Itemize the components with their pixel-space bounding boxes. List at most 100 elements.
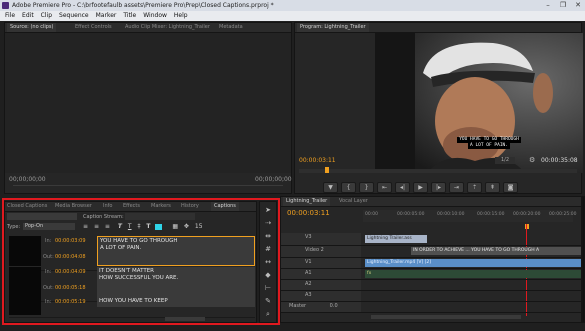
tools-panel: ➤ ⇢ ⇹ # ↔ ◆ ⊢ ✎ ⌕: [259, 201, 277, 323]
source-timecode-right: 00;00;00;00: [255, 176, 292, 183]
pen-tool-icon[interactable]: ✎: [263, 296, 273, 306]
menu-sequence[interactable]: Sequence: [59, 12, 89, 19]
program-caption-overlay: YOU HAVE TO GO THROUGH A LOT OF PAIN.: [443, 137, 535, 149]
step-forward-button[interactable]: |▸: [431, 182, 446, 193]
master-value[interactable]: 0.0: [330, 303, 338, 309]
source-timecode-left: 00;00;00;00: [9, 176, 46, 183]
maximize-button[interactable]: ❐: [556, 1, 570, 10]
lift-button[interactable]: ⇡: [467, 182, 482, 193]
track-name: A2: [305, 281, 312, 287]
program-scrubber[interactable]: [299, 169, 577, 173]
track-header[interactable]: A1: [281, 269, 361, 279]
track-header[interactable]: V1: [281, 258, 361, 268]
extract-button[interactable]: ⇞: [485, 182, 500, 193]
tab-audio-clip-mixer[interactable]: Audio Clip Mixer: Lightning_Trailer: [125, 23, 210, 32]
timeline-tabbar: Lightning_Trailer Vocal Layer: [281, 197, 581, 207]
track-a2: A2: [281, 280, 583, 291]
source-monitor-panel: Source: (no clips) Effect Controls Audio…: [4, 22, 292, 194]
razor-tool-icon[interactable]: ◆: [263, 270, 273, 280]
menu-clip[interactable]: Clip: [41, 12, 52, 19]
track-a1: A1 fx: [281, 269, 583, 280]
slip-tool-icon[interactable]: ⊢: [263, 283, 273, 293]
ruler-label: 00:00:20:00: [513, 212, 541, 217]
zoom-tool-icon[interactable]: ⌕: [263, 309, 273, 319]
clip-audio[interactable]: fx: [365, 270, 581, 278]
play-button[interactable]: ▶: [413, 182, 428, 193]
track-header[interactable]: V3: [281, 233, 361, 245]
clip-captions-track[interactable]: IN ORDER TO ACHIEVE ... YOU HAVE TO GO T…: [411, 247, 581, 255]
clip-video[interactable]: Lightning_Trailer.mp4 [V] [2]: [365, 259, 581, 267]
minimize-button[interactable]: –: [541, 1, 555, 10]
title-bar: Adobe Premiere Pro - C:\brfootefaulb ass…: [0, 0, 585, 11]
tab-sequence-vocal-layer[interactable]: Vocal Layer: [339, 197, 368, 206]
tab-source[interactable]: Source: (no clips): [7, 23, 57, 32]
track-header[interactable]: A2: [281, 280, 361, 290]
mark-out-button[interactable]: }: [359, 182, 374, 193]
tab-metadata[interactable]: Metadata: [219, 23, 243, 32]
menu-edit[interactable]: Edit: [22, 12, 34, 19]
menu-title[interactable]: Title: [123, 12, 136, 19]
track-name: V1: [305, 259, 312, 265]
track-header[interactable]: Master 0.0: [281, 302, 361, 312]
menu-window[interactable]: Window: [143, 12, 167, 19]
mark-in-button[interactable]: {: [341, 182, 356, 193]
track-name: Video 2: [305, 247, 324, 253]
clip-captions-file[interactable]: Lightning Trailer.ass: [365, 235, 427, 243]
timeline-panel: Lightning_Trailer Vocal Layer 00:00:03:1…: [280, 196, 583, 323]
export-frame-button[interactable]: ◙: [503, 182, 518, 193]
menu-file[interactable]: File: [5, 12, 15, 19]
go-to-in-button[interactable]: ⇤: [377, 182, 392, 193]
track-header[interactable]: A3: [281, 291, 361, 301]
go-to-out-button[interactable]: ⇥: [449, 182, 464, 193]
premiere-logo-icon: [2, 2, 9, 9]
source-tabbar: Source: (no clips) Effect Controls Audio…: [5, 23, 291, 33]
track-v1: V1 Lightning_Trailer.mp4 [V] [2]: [281, 258, 583, 269]
add-marker-button[interactable]: ▼: [323, 182, 338, 193]
zoom-select[interactable]: 1/2: [495, 157, 515, 164]
track-video-2: Video 2 IN ORDER TO ACHIEVE ... YOU HAVE…: [281, 246, 583, 258]
ruler-label: 00:00: [365, 212, 378, 217]
program-monitor-panel: Program: Lightning_Trailer YOU HAVE TO G…: [294, 22, 583, 194]
track-name: V3: [305, 234, 312, 240]
rate-stretch-tool-icon[interactable]: ↔: [263, 257, 273, 267]
track-master: Master 0.0: [281, 302, 583, 313]
ruler-label: 00:00:15:00: [477, 212, 505, 217]
program-timecode-duration: 00:00:35:08: [541, 157, 578, 164]
source-viewer[interactable]: [5, 33, 291, 173]
program-timecode-current: 00:00:03:11: [299, 157, 336, 164]
track-v3: V3 Lightning Trailer.ass: [281, 233, 583, 246]
tab-sequence-lightning-trailer[interactable]: Lightning_Trailer: [283, 197, 331, 206]
ripple-edit-tool-icon[interactable]: ⇹: [263, 231, 273, 241]
close-button[interactable]: ✕: [571, 1, 585, 10]
menu-help[interactable]: Help: [174, 12, 188, 19]
playhead-marker[interactable]: [325, 167, 329, 173]
menu-marker[interactable]: Marker: [96, 12, 117, 19]
video-frame-image: [375, 33, 583, 173]
source-scrubber[interactable]: [13, 185, 283, 186]
timeline-ruler[interactable]: 00:00 00:00:05:00 00:00:10:00 00:00:15:0…: [363, 210, 577, 222]
ruler-label: 00:00:05:00: [397, 212, 425, 217]
track-name: A3: [305, 292, 312, 298]
menu-bar: File Edit Clip Sequence Marker Title Window Hel…: [0, 11, 585, 21]
track-name: Master: [289, 303, 307, 309]
tab-program[interactable]: Program: Lightning_Trailer: [297, 23, 369, 32]
timeline-scrollbar[interactable]: [371, 315, 521, 319]
tab-effect-controls[interactable]: Effect Controls: [75, 23, 112, 32]
window-title: Adobe Premiere Pro - C:\brfootefaulb ass…: [12, 2, 274, 9]
track-a3: A3: [281, 291, 583, 302]
step-back-button[interactable]: ◂|: [395, 182, 410, 193]
track-header[interactable]: Video 2: [281, 246, 361, 257]
wrench-icon[interactable]: ⚙: [529, 156, 535, 164]
program-video-frame[interactable]: YOU HAVE TO GO THROUGH A LOT OF PAIN.: [375, 33, 583, 173]
caption-line-2: A LOT OF PAIN.: [468, 143, 510, 149]
highlight-box: [2, 198, 280, 325]
ruler-label: 00:00:10:00: [437, 212, 465, 217]
program-transport-controls: ▼{} ⇤ ◂| ▶ |▸ ⇥ ⇡ ⇞ ◙: [323, 182, 521, 193]
track-name: A1: [305, 270, 312, 276]
program-tabbar: Program: Lightning_Trailer: [295, 23, 581, 33]
rolling-edit-tool-icon[interactable]: #: [263, 244, 273, 254]
selection-tool-icon[interactable]: ➤: [263, 205, 273, 215]
ruler-label: 00:00:25:00: [549, 212, 577, 217]
track-select-tool-icon[interactable]: ⇢: [263, 218, 273, 228]
timeline-timecode[interactable]: 00:00:03:11: [287, 209, 330, 217]
